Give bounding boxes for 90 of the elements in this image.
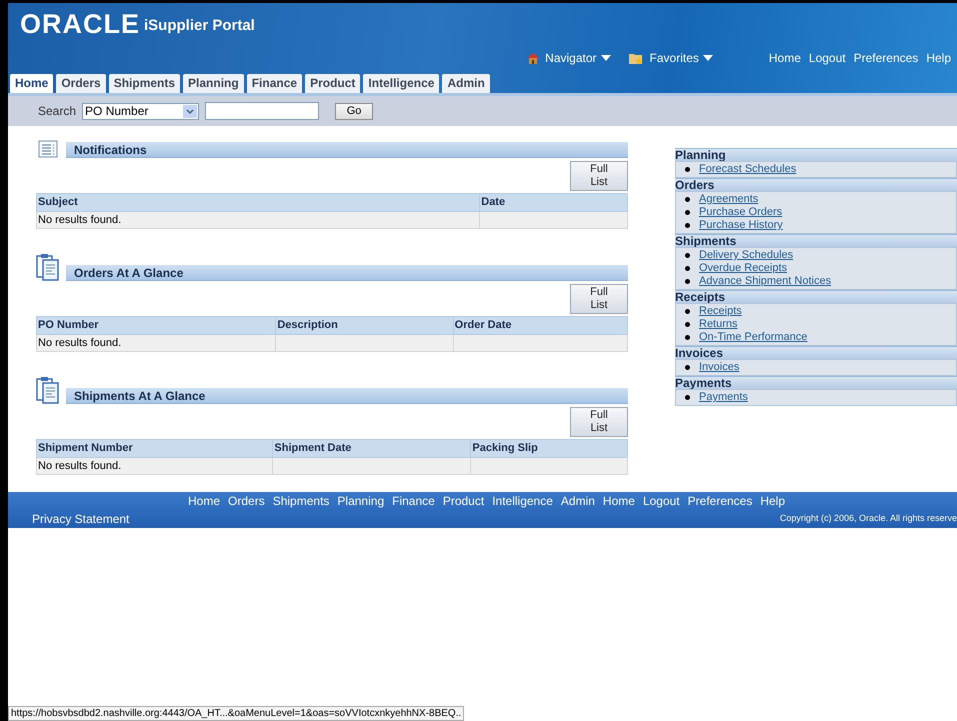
side-link[interactable]: Forecast Schedules bbox=[699, 163, 796, 176]
footer-link[interactable]: Logout bbox=[642, 492, 680, 510]
column-header: Date bbox=[480, 194, 628, 211]
group-header: Shipments bbox=[675, 234, 957, 247]
favorites-menu[interactable]: Favorites bbox=[650, 49, 713, 67]
footer-link[interactable]: Intelligence bbox=[492, 492, 553, 510]
side-link[interactable]: Invoices bbox=[699, 361, 740, 374]
footer-link[interactable]: Product bbox=[442, 492, 484, 510]
house-icon bbox=[527, 52, 540, 64]
navigator-menu[interactable]: Navigator bbox=[545, 49, 611, 67]
side-link[interactable]: Delivery Schedules bbox=[699, 249, 794, 262]
nav-tab[interactable]: Product bbox=[305, 74, 360, 93]
header-link[interactable]: Preferences bbox=[854, 49, 918, 67]
search-label: Search bbox=[38, 103, 76, 120]
document-icon bbox=[38, 140, 58, 158]
side-link[interactable]: Returns bbox=[699, 318, 738, 331]
column-header: Subject bbox=[36, 194, 480, 211]
column-header: Packing Slip bbox=[470, 440, 628, 457]
side-link[interactable]: On-Time Performance bbox=[699, 331, 808, 344]
footer-link[interactable]: Help bbox=[760, 492, 786, 510]
search-field[interactable] bbox=[205, 102, 320, 120]
nav-tab[interactable]: Planning bbox=[183, 74, 244, 93]
group-header: Planning bbox=[675, 148, 957, 161]
section-header: Shipments At A Glance bbox=[66, 388, 628, 404]
clipboard-icon bbox=[36, 376, 60, 404]
dropdown-icon bbox=[183, 104, 198, 118]
bullet-icon bbox=[685, 335, 690, 340]
empty-message: No results found. bbox=[38, 460, 122, 472]
footer-link[interactable]: Home bbox=[602, 492, 635, 510]
copyright-text: Copyright (c) 2006, Oracle. All rights reserve bbox=[780, 512, 957, 526]
section-header: Orders At A Glance bbox=[66, 265, 628, 281]
side-link[interactable]: Agreements bbox=[699, 193, 758, 206]
header-link[interactable]: Logout bbox=[808, 49, 846, 67]
bullet-icon bbox=[685, 365, 690, 370]
bullet-icon bbox=[685, 223, 690, 228]
group-header: Orders bbox=[675, 178, 957, 191]
side-link[interactable]: Receipts bbox=[699, 305, 742, 318]
side-link[interactable]: Advance Shipment Notices bbox=[699, 275, 832, 288]
bullet-icon bbox=[685, 395, 690, 400]
header-link[interactable]: Home bbox=[768, 49, 801, 67]
bullet-icon bbox=[685, 309, 690, 314]
nav-tab[interactable]: Home bbox=[10, 74, 54, 93]
bullet-icon bbox=[685, 210, 690, 215]
folder-star-icon bbox=[628, 52, 644, 64]
caret-icon bbox=[600, 54, 611, 62]
column-header: Description bbox=[276, 316, 454, 334]
bullet-icon bbox=[685, 266, 690, 271]
nav-tab[interactable]: Shipments bbox=[108, 74, 180, 93]
full-list-button[interactable]: Full List bbox=[570, 161, 628, 191]
product-name: iSupplier Portal bbox=[144, 18, 255, 33]
column-header: Order Date bbox=[453, 316, 628, 334]
footer-link[interactable]: Shipments bbox=[272, 492, 330, 510]
header-link[interactable]: Help bbox=[926, 49, 951, 67]
nav-tab[interactable]: Orders bbox=[56, 74, 106, 93]
group-header: Payments bbox=[675, 376, 957, 389]
full-list-button[interactable]: Full List bbox=[570, 284, 628, 314]
side-link[interactable]: Purchase Orders bbox=[699, 206, 782, 219]
group-header: Invoices bbox=[675, 346, 957, 359]
bullet-icon bbox=[685, 322, 690, 327]
bullet-icon bbox=[685, 279, 690, 284]
bullet-icon bbox=[685, 197, 690, 202]
side-link[interactable]: Overdue Receipts bbox=[699, 262, 788, 275]
bullet-icon bbox=[685, 167, 690, 172]
section-header: Notifications bbox=[66, 142, 628, 158]
nav-tab[interactable]: Intelligence bbox=[363, 74, 440, 93]
go-button[interactable]: Go bbox=[335, 102, 374, 120]
empty-message: No results found. bbox=[38, 214, 122, 226]
caret-icon bbox=[702, 54, 713, 62]
privacy-link[interactable]: Privacy Statement bbox=[32, 510, 130, 528]
nav-tab[interactable]: Finance bbox=[246, 74, 302, 93]
status-bar: https://hobsvbsdbd2.nashville.org:4443/OA_HT...&oaMenuLevel=1&oas=soVVIotcxnkyehhNX-8BEQ.. bbox=[8, 706, 464, 721]
bullet-icon bbox=[685, 253, 690, 258]
oracle-logo: ORACLE bbox=[20, 11, 140, 38]
side-link[interactable]: Payments bbox=[699, 391, 748, 404]
search-type-select[interactable]: PO Number bbox=[82, 102, 200, 120]
footer-link[interactable]: Planning bbox=[337, 492, 384, 510]
full-list-button[interactable]: Full List bbox=[570, 407, 628, 437]
clipboard-icon bbox=[36, 253, 60, 281]
footer-link[interactable]: Preferences bbox=[688, 492, 752, 510]
side-link[interactable]: Purchase History bbox=[699, 219, 783, 232]
nav-tab[interactable]: Admin bbox=[442, 74, 490, 93]
column-header: Shipment Date bbox=[272, 440, 471, 457]
group-header: Receipts bbox=[675, 290, 957, 303]
footer-link[interactable]: Orders bbox=[228, 492, 265, 510]
footer-link[interactable]: Home bbox=[188, 492, 220, 510]
footer-link[interactable]: Admin bbox=[560, 492, 595, 510]
empty-message: No results found. bbox=[38, 336, 122, 348]
footer-link[interactable]: Finance bbox=[392, 492, 435, 510]
column-header: Shipment Number bbox=[36, 440, 273, 457]
column-header: PO Number bbox=[36, 316, 276, 334]
